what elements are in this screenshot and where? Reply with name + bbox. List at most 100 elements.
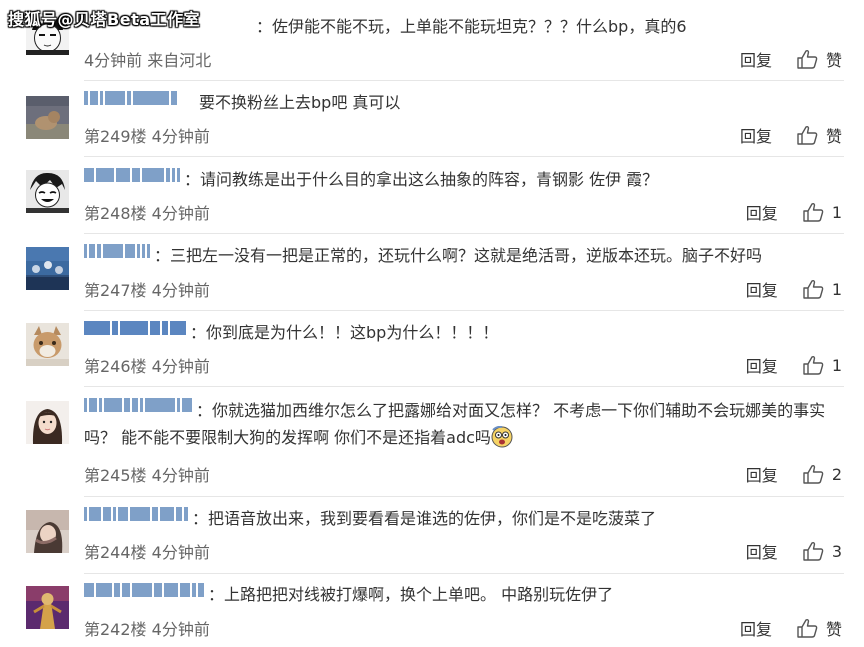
- divider: [84, 156, 844, 157]
- watermark: 搜狐号@贝塔Beta工作室: [8, 10, 200, 29]
- comment-text: ：你到底是为什么！！这bp为什么！！！！: [190, 323, 499, 342]
- comment-actions: 回复 赞: [740, 616, 842, 640]
- comment-text: ：佐伊能不能不玩，上单能不能玩坦克？？？什么bp，真的6: [256, 17, 687, 36]
- like-count[interactable]: 赞: [826, 616, 842, 640]
- comment-text: ：请问教练是出于什么目的拿出这么抽象的阵容，青钢影 佐伊 霞？: [184, 170, 659, 189]
- divider: [84, 496, 844, 497]
- divider: [84, 386, 844, 387]
- username[interactable]: [84, 583, 206, 597]
- username[interactable]: [84, 321, 188, 335]
- username[interactable]: [84, 168, 182, 182]
- avatar-image: [26, 586, 69, 629]
- comment-meta: 4分钟前 来自河北: [84, 47, 211, 71]
- comment-text: 要不换粉丝上去bp吧 真可以: [199, 93, 401, 112]
- username[interactable]: [84, 91, 179, 105]
- shocked-face-emoji-icon: [491, 425, 513, 448]
- comment-meta: 第242楼 4分钟前: [84, 616, 210, 640]
- avatar-image: [26, 247, 69, 290]
- username[interactable]: [84, 398, 194, 412]
- thumbs-up-icon[interactable]: [802, 541, 824, 561]
- comment-meta: 第245楼 4分钟前: [84, 462, 210, 486]
- avatar[interactable]: [26, 510, 69, 553]
- avatar[interactable]: [26, 170, 69, 213]
- reply-button[interactable]: 回复: [746, 200, 778, 224]
- avatar-image: [26, 401, 69, 444]
- comment-text-row: ：你就选猫加西维尔怎么了把露娜给对面又怎样？ 不考虑一下你们辅助不会玩娜美的事实…: [84, 397, 844, 451]
- like-count[interactable]: 3: [832, 542, 842, 561]
- comment-text: ：你就选猫加西维尔怎么了把露娜给对面又怎样？ 不考虑一下你们辅助不会玩娜美的事实…: [84, 401, 826, 447]
- comment-text-row: ：上路把把对线被打爆啊，换个上单吧。 中路别玩佐伊了: [84, 582, 844, 608]
- comment-meta: 第247楼 4分钟前: [84, 277, 210, 301]
- comment-time: 4分钟前: [151, 357, 210, 376]
- comment-text-row: 要不换粉丝上去bp吧 真可以: [84, 90, 844, 116]
- like-count[interactable]: 1: [832, 280, 842, 299]
- comment-floor: 第242楼: [84, 620, 147, 639]
- comment-time: 4分钟前 来自河北: [84, 51, 212, 70]
- comment-actions: 回复 1: [746, 200, 842, 224]
- thumbs-up-icon[interactable]: [802, 464, 824, 484]
- comment-text-row: ：三把左一没有一把是正常的，还玩什么啊？这就是绝活哥，逆版本还玩。脑子不好吗: [84, 243, 844, 269]
- reply-button[interactable]: 回复: [740, 123, 772, 147]
- comment-text: ：三把左一没有一把是正常的，还玩什么啊？这就是绝活哥，逆版本还玩。脑子不好吗: [154, 246, 763, 265]
- comment-actions: 回复 3: [746, 539, 842, 563]
- comment-text: ：上路把把对线被打爆啊，换个上单吧。 中路别玩佐伊了: [208, 585, 614, 604]
- comment-text: ：把语音放出来，我到要看看是谁选的佐伊，你们是不是吃菠菜了: [192, 509, 657, 528]
- divider: [84, 310, 844, 311]
- comment-meta: 第244楼 4分钟前: [84, 539, 210, 563]
- comment-text-row: ：把语音放出来，我到要看看是谁选的佐伊，你们是不是吃菠菜了: [84, 506, 844, 532]
- reply-button[interactable]: 回复: [740, 616, 772, 640]
- comment-floor: 第248楼: [84, 204, 147, 223]
- like-count[interactable]: 2: [832, 465, 842, 484]
- comment-meta: 第246楼 4分钟前: [84, 353, 210, 377]
- thumbs-up-icon[interactable]: [802, 279, 824, 299]
- avatar-image: [26, 323, 69, 366]
- comment-time: 4分钟前: [151, 543, 210, 562]
- reply-button[interactable]: 回复: [746, 462, 778, 486]
- comment-actions: 回复 2: [746, 462, 842, 486]
- comment-text-row: ：你到底是为什么！！这bp为什么！！！！: [84, 320, 844, 346]
- reply-button[interactable]: 回复: [740, 47, 772, 71]
- comment-floor: 第246楼: [84, 357, 147, 376]
- comment-time: 4分钟前: [151, 620, 210, 639]
- like-count[interactable]: 赞: [826, 123, 842, 147]
- comment-floor: 第244楼: [84, 543, 147, 562]
- comment-floor: 第247楼: [84, 281, 147, 300]
- like-count[interactable]: 1: [832, 356, 842, 375]
- username[interactable]: [84, 244, 152, 258]
- comment-text-row: ：请问教练是出于什么目的拿出这么抽象的阵容，青钢影 佐伊 霞？: [84, 167, 844, 193]
- like-count[interactable]: 赞: [826, 47, 842, 71]
- avatar-image: [26, 170, 69, 213]
- reply-button[interactable]: 回复: [746, 539, 778, 563]
- thumbs-up-icon[interactable]: [796, 618, 818, 638]
- divider: [84, 573, 844, 574]
- reply-button[interactable]: 回复: [746, 277, 778, 301]
- divider: [84, 233, 844, 234]
- comment-meta: 第248楼 4分钟前: [84, 200, 210, 224]
- comment-floor: 第245楼: [84, 466, 147, 485]
- comment-time: 4分钟前: [151, 127, 210, 146]
- avatar[interactable]: [26, 323, 69, 366]
- thumbs-up-icon[interactable]: [796, 49, 818, 69]
- thumbs-up-icon[interactable]: [802, 202, 824, 222]
- username[interactable]: [84, 507, 190, 521]
- thumbs-up-icon[interactable]: [802, 355, 824, 375]
- comment-actions: 回复 1: [746, 277, 842, 301]
- avatar-image: [26, 96, 69, 139]
- avatar[interactable]: [26, 401, 69, 444]
- avatar[interactable]: [26, 247, 69, 290]
- comment-actions: 回复 赞: [740, 47, 842, 71]
- like-count[interactable]: 1: [832, 203, 842, 222]
- comment-time: 4分钟前: [151, 281, 210, 300]
- thumbs-up-icon[interactable]: [796, 125, 818, 145]
- reply-button[interactable]: 回复: [746, 353, 778, 377]
- divider: [84, 80, 844, 81]
- comment-actions: 回复 1: [746, 353, 842, 377]
- comment-time: 4分钟前: [151, 466, 210, 485]
- avatar[interactable]: [26, 96, 69, 139]
- avatar[interactable]: [26, 586, 69, 629]
- comment-actions: 回复 赞: [740, 123, 842, 147]
- comment-time: 4分钟前: [151, 204, 210, 223]
- avatar-image: [26, 510, 69, 553]
- comment-floor: 第249楼: [84, 127, 147, 146]
- comment-meta: 第249楼 4分钟前: [84, 123, 210, 147]
